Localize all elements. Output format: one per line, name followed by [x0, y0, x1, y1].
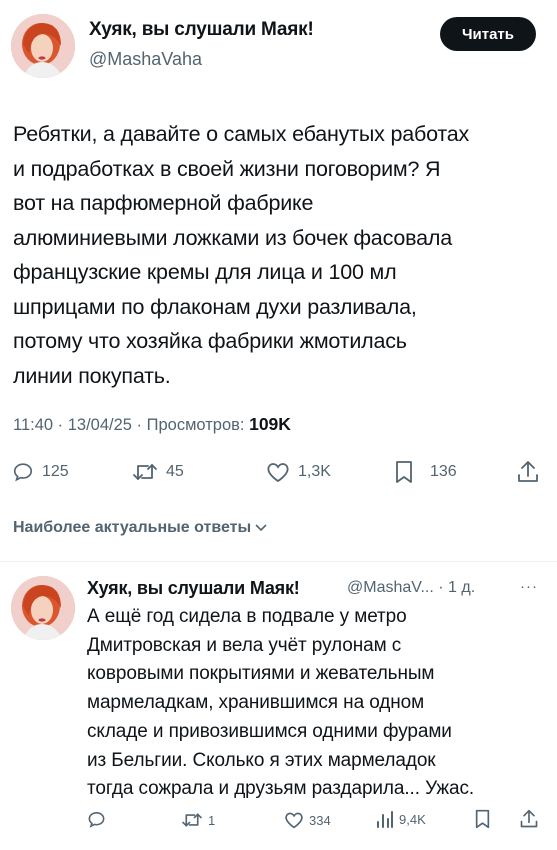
author-handle[interactable]: @MashaVaha — [89, 49, 202, 70]
reply-repost-count: 1 — [208, 812, 216, 828]
author-name[interactable]: Хуяк, вы слушали Маяк! — [89, 19, 314, 41]
post-meta: 11:40 · 13/04/25 · Просмотров: 109K — [13, 414, 291, 435]
repost-icon — [182, 813, 202, 827]
post-views[interactable]: 109K — [249, 414, 291, 434]
like-button[interactable]: 1,3K — [266, 461, 331, 483]
reply-like-button[interactable]: 334 — [284, 811, 331, 829]
read-button[interactable]: Читать — [440, 17, 536, 51]
heart-icon — [285, 812, 303, 829]
reply-comment-button[interactable] — [87, 810, 106, 829]
reply-like-count: 334 — [309, 812, 331, 828]
repost-icon — [133, 464, 157, 480]
heart-icon — [267, 463, 289, 483]
reply-author-name[interactable]: Хуяк, вы слушали Маяк! — [87, 578, 300, 599]
bookmark-icon — [475, 809, 490, 829]
reply-view-count: 9,4K — [399, 812, 426, 827]
post-text: Ребятки, а давайте о самых ебанутых рабо… — [13, 122, 470, 388]
bookmark-button[interactable]: 136 — [394, 460, 457, 484]
repost-button[interactable]: 45 — [132, 461, 184, 483]
reply-text: А ещё год сидела в подвале у метро Дмитр… — [87, 606, 475, 800]
reply-button[interactable]: 125 — [12, 461, 69, 483]
share-icon — [518, 461, 538, 482]
reply-handle-time[interactable]: @MashaV... · 1 д. — [347, 579, 475, 597]
reply-count: 125 — [42, 463, 69, 480]
more-icon[interactable]: ··· — [520, 578, 538, 595]
reply-share-button[interactable] — [519, 809, 539, 829]
comment-icon — [13, 463, 33, 482]
replies-sort-dropdown[interactable]: Наиболее актуальные ответы — [13, 519, 267, 537]
comment-icon — [88, 811, 105, 828]
bookmark-icon — [396, 461, 412, 483]
analytics-icon — [377, 811, 393, 828]
reply-author-avatar[interactable] — [11, 576, 75, 640]
chevron-down-icon — [255, 524, 267, 532]
replies-sort-label: Наиболее актуальные ответы — [13, 519, 252, 536]
divider — [0, 561, 557, 562]
bookmark-count: 136 — [430, 463, 457, 480]
author-avatar[interactable] — [11, 14, 75, 78]
reply-repost-button[interactable]: 1 — [181, 811, 215, 829]
post-timestamp: 11:40 · 13/04/25 · Просмотров: — [13, 416, 250, 434]
reply-bookmark-button[interactable] — [474, 809, 491, 829]
avatar-image — [11, 576, 75, 640]
reply-views-button[interactable]: 9,4K — [376, 810, 426, 829]
avatar-image — [11, 14, 75, 78]
like-count: 1,3K — [298, 463, 331, 480]
repost-count: 45 — [166, 463, 184, 480]
share-button[interactable] — [516, 460, 540, 484]
share-icon — [520, 809, 538, 828]
